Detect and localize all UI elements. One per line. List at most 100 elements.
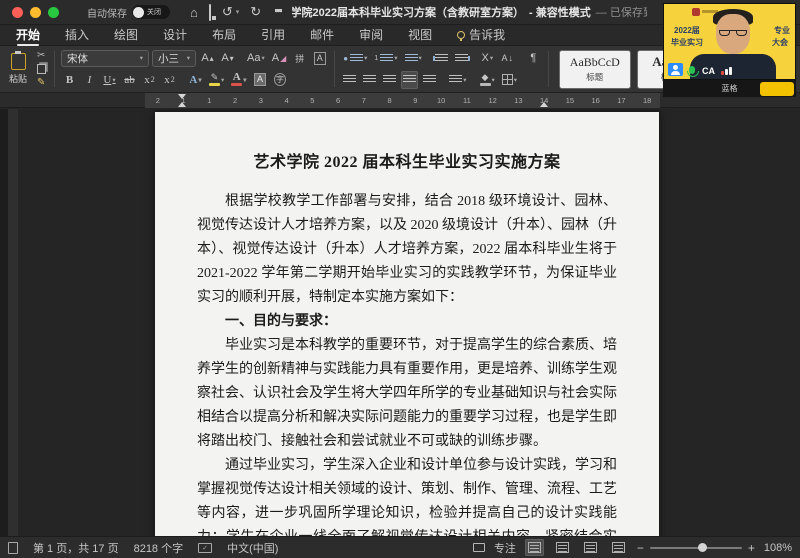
sort-arrow-icon: ↓ (509, 53, 514, 63)
tab-mailings[interactable]: 邮件 (310, 26, 334, 45)
change-case-button[interactable]: Aa▾ (245, 49, 267, 67)
tab-review[interactable]: 审阅 (359, 26, 383, 45)
language-indicator[interactable]: 中文(中国) (227, 540, 278, 556)
highlight-color-button[interactable]: ✎▾ (207, 71, 226, 89)
video-call-overlay[interactable]: 2022届 专业 毕业实习 大会 CA 蓝格 (663, 3, 796, 97)
tab-draw[interactable]: 绘图 (114, 26, 138, 45)
tab-design[interactable]: 设计 (163, 26, 187, 45)
strikethrough-button[interactable]: ab (121, 71, 138, 89)
copy-icon[interactable] (37, 64, 46, 74)
meeting-action-button[interactable] (760, 82, 794, 96)
doc-paragraph[interactable]: 根据学校教学工作部署与安排，结合 2018 级环境设计、园林、视觉传达设计人才培… (197, 190, 617, 310)
tab-insert[interactable]: 插入 (65, 26, 89, 45)
hanging-indent-marker[interactable] (178, 102, 186, 107)
web-layout-view-button[interactable] (553, 539, 572, 556)
grow-font-button[interactable]: A▴ (199, 49, 216, 67)
shrink-font-button[interactable]: A▾ (219, 49, 236, 67)
enclose-characters-button[interactable]: 字 (272, 71, 289, 89)
numbering-button[interactable]: 1▾ (372, 49, 399, 67)
ruler-number: 13 (506, 93, 532, 108)
webcam-video[interactable]: 2022届 专业 毕业实习 大会 CA (663, 3, 796, 80)
font-color-button[interactable]: A▾ (229, 71, 248, 89)
decrease-indent-button[interactable] (433, 49, 450, 67)
focus-label[interactable]: 专注 (494, 540, 516, 556)
align-center-button[interactable] (361, 71, 378, 89)
grow-font-glyph: A (201, 52, 208, 64)
slide-text: 大会 (772, 37, 788, 48)
subscript-glyph: x (144, 74, 150, 86)
shading-button[interactable]: ◆▾ (478, 71, 497, 89)
undo-icon[interactable]: ↺ (222, 4, 233, 20)
print-layout-view-button[interactable] (525, 539, 544, 556)
save-icon[interactable] (209, 5, 211, 20)
character-border-button[interactable]: A (311, 49, 328, 67)
draft-view-button[interactable] (609, 539, 628, 556)
document-page[interactable]: 艺术学院 2022 届本科生毕业实习实施方案 根据学校教学工作部署与安排，结合 … (155, 112, 659, 536)
bullets-button[interactable]: ●▾ (341, 49, 369, 67)
zoom-level[interactable]: 108% (764, 542, 792, 554)
tab-layout[interactable]: 布局 (212, 26, 236, 45)
line-spacing-button[interactable]: ▾ (447, 71, 468, 89)
doc-paragraph[interactable]: 通过毕业实习，学生深入企业和设计单位参与设计实践，学习和掌握视觉传达设计相关领域… (197, 454, 617, 536)
font-size-select[interactable]: 小三 ▾ (152, 50, 196, 67)
microphone-icon (689, 66, 695, 74)
zoom-slider-thumb[interactable] (698, 543, 707, 552)
show-paragraph-marks-button[interactable]: ¶ (525, 49, 542, 67)
align-right-button[interactable] (381, 71, 398, 89)
superscript-button[interactable]: x2 (161, 71, 178, 89)
align-left-button[interactable] (341, 71, 358, 89)
style-title[interactable]: AaBbCcD 标题 (559, 50, 631, 89)
proofing-icon[interactable]: ✓ (198, 543, 212, 553)
zoom-out-button[interactable]: − (637, 541, 644, 555)
tab-view[interactable]: 视图 (408, 26, 432, 45)
tab-home[interactable]: 开始 (16, 26, 40, 45)
first-line-indent-marker[interactable] (178, 94, 186, 99)
tab-references[interactable]: 引用 (261, 26, 285, 45)
close-window-button[interactable] (12, 7, 23, 18)
chevron-down-icon: ▾ (221, 76, 224, 84)
paste-button[interactable]: 粘贴 (6, 49, 30, 89)
save-status[interactable]: — 已保存到我的 Mac (596, 4, 647, 20)
tab-tell-me[interactable]: 告诉我 (457, 26, 505, 45)
clipboard-mini-group: ✂ ✎ (35, 49, 48, 89)
page-icon[interactable] (8, 542, 18, 554)
horizontal-ruler[interactable]: 21123456789101112131415161718 (145, 93, 660, 108)
chevron-down-icon: ▾ (140, 54, 143, 62)
asian-layout-button[interactable]: X▾ (479, 49, 496, 67)
cut-icon[interactable]: ✂ (37, 50, 46, 61)
subscript-button[interactable]: x2 (141, 71, 158, 89)
format-painter-icon[interactable]: ✎ (37, 77, 46, 88)
underline-button[interactable]: U▾ (101, 71, 118, 89)
zoom-slider[interactable] (650, 547, 742, 549)
distribute-button[interactable] (421, 71, 438, 89)
increase-indent-button[interactable] (453, 49, 470, 67)
undo-chevron-icon[interactable]: ▾ (236, 8, 240, 16)
doc-paragraph[interactable]: 毕业实习是本科教学的重要环节，对于提高学生的综合素质、培养学生的创新精神与实践能… (197, 334, 617, 454)
page-info[interactable]: 第 1 页，共 17 页 (33, 540, 119, 556)
font-name-select[interactable]: 宋体 ▾ (61, 50, 149, 67)
redo-icon[interactable]: ↻ (250, 4, 261, 20)
sort-button[interactable]: A↓ (499, 49, 516, 67)
italic-button[interactable]: I (81, 71, 98, 89)
minimize-window-button[interactable] (30, 7, 41, 18)
font-group: 宋体 ▾ 小三 ▾ A▴ A▾ Aa▾ A◢ 拼 A B I U▾ ab (61, 49, 328, 89)
character-shading-button[interactable]: A (252, 71, 269, 89)
right-indent-marker[interactable] (540, 102, 548, 107)
zoom-in-button[interactable]: + (748, 541, 755, 555)
autosave-toggle[interactable]: 关闭 (132, 5, 170, 19)
doc-title[interactable]: 艺术学院 2022 届本科生毕业实习实施方案 (197, 148, 617, 172)
word-count[interactable]: 8218 个字 (134, 540, 184, 556)
justify-button[interactable] (401, 71, 418, 89)
borders-button[interactable]: ▾ (500, 71, 519, 89)
home-icon[interactable]: ⌂ (190, 5, 198, 20)
zoom-window-button[interactable] (48, 7, 59, 18)
multilevel-list-button[interactable]: ▾ (403, 49, 424, 67)
doc-heading[interactable]: 一、目的与要求： (197, 310, 617, 334)
bold-button[interactable]: B (61, 71, 78, 89)
focus-mode-icon[interactable] (473, 543, 485, 552)
text-effects-button[interactable]: A▾ (187, 71, 204, 89)
vertical-ruler[interactable] (8, 109, 18, 536)
outline-view-button[interactable] (581, 539, 600, 556)
clear-formatting-button[interactable]: A◢ (270, 49, 289, 67)
phonetic-guide-button[interactable]: 拼 (291, 49, 308, 67)
